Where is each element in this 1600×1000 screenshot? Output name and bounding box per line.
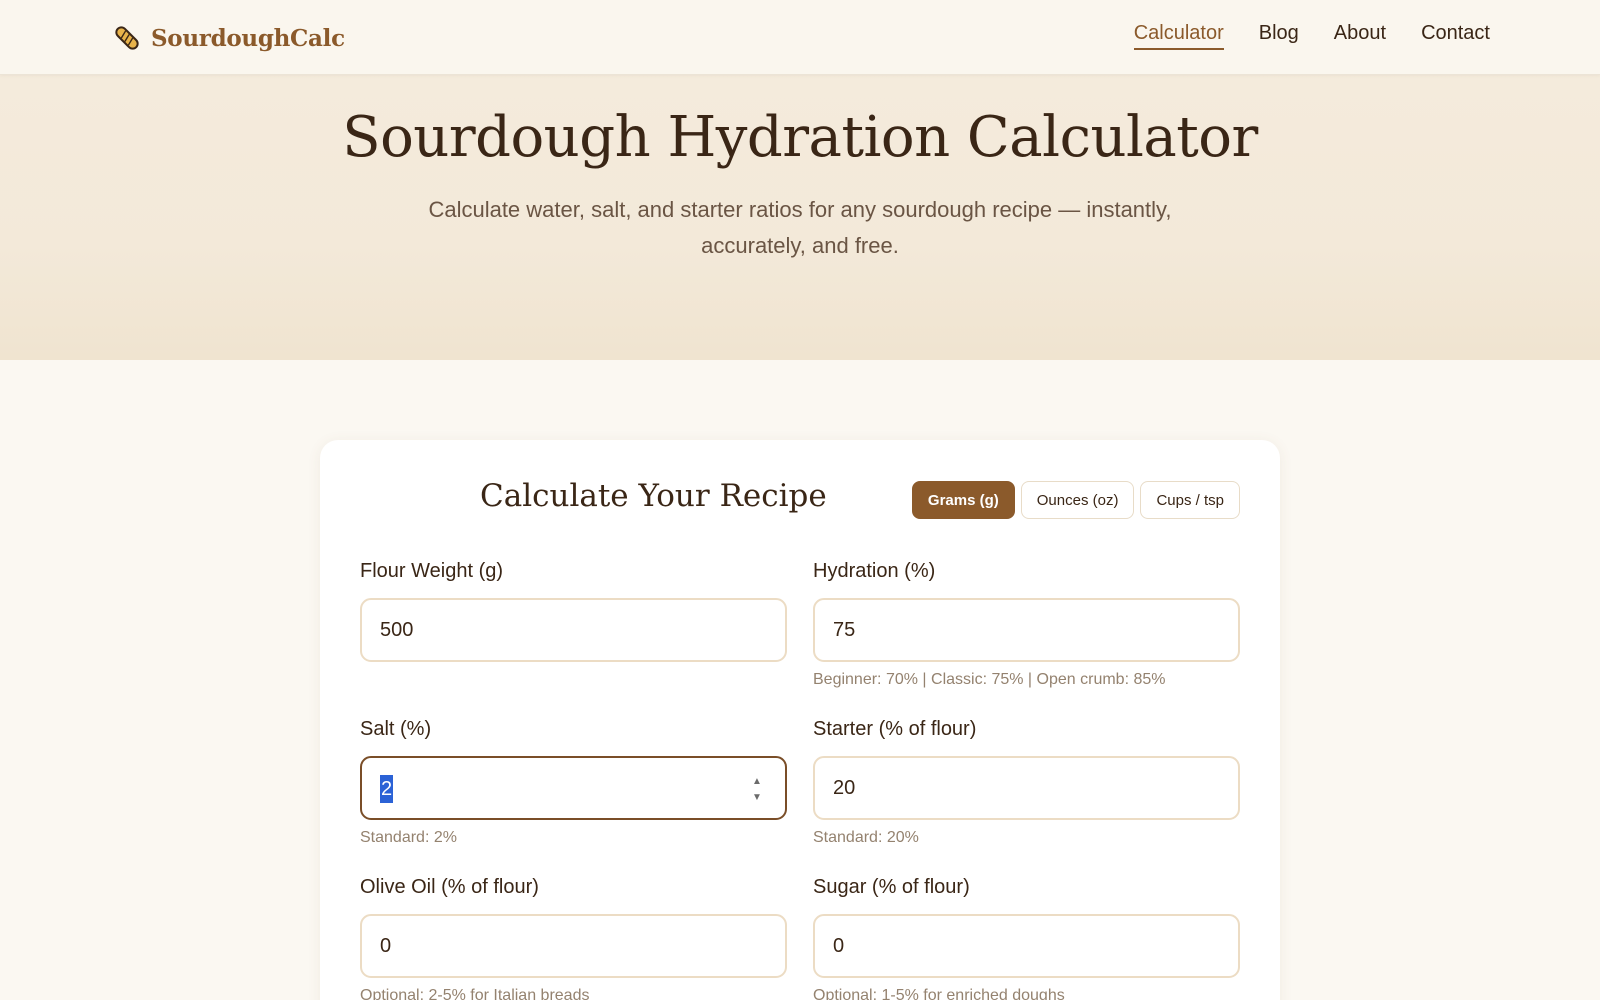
olive-oil-box [360,914,787,978]
starter-box [813,756,1240,820]
brand-name: SourdoughCalc [151,24,345,52]
starter-hint: Standard: 20% [813,829,919,846]
sugar-hint: Optional: 1-5% for enriched doughs [813,987,1065,1000]
starter-input[interactable] [815,758,1238,818]
hydration-label: Hydration (%) [813,560,936,582]
nav-item-calculator[interactable]: Calculator [1133,22,1224,50]
nav-item-blog[interactable]: Blog [1259,22,1299,50]
flour-weight-box [360,598,787,662]
flour-weight-label: Flour Weight (g) [360,560,504,582]
hydration-group: Hydration (%) Beginner: 70% | Classic: 7… [813,560,1240,689]
main-nav: Calculator Blog About Contact [1133,22,1490,50]
sugar-label: Sugar (% of flour) [813,876,970,898]
hydration-box [813,598,1240,662]
unit-toggle: Grams (g) Ounces (oz) Cups / tsp [911,481,1240,519]
sugar-group: Sugar (% of flour) Optional: 1-5% for en… [813,876,1240,1000]
olive-oil-group: Olive Oil (% of flour) Optional: 2-5% fo… [360,876,787,1000]
unit-ounces-button[interactable]: Ounces (oz) [1020,481,1135,519]
page-title: Sourdough Hydration Calculator [342,105,1258,170]
salt-hint: Standard: 2% [360,829,457,846]
salt-stepper[interactable]: ▲ ▼ [751,777,763,803]
olive-oil-input[interactable] [362,916,785,976]
unit-grams-button[interactable]: Grams (g) [911,481,1015,519]
salt-label: Salt (%) [360,718,432,740]
stepper-down-icon[interactable]: ▼ [752,793,762,803]
hero-section: Sourdough Hydration Calculator Calculate… [0,75,1600,360]
starter-label: Starter (% of flour) [813,718,977,740]
sugar-box [813,914,1240,978]
calculator-title: Calculate Your Recipe [480,478,827,514]
olive-oil-label: Olive Oil (% of flour) [360,876,539,898]
calculator-card: Calculate Your Recipe Grams (g) Ounces (… [320,440,1280,1000]
sugar-input[interactable] [815,916,1238,976]
olive-oil-hint: Optional: 2-5% for Italian breads [360,987,590,1000]
flour-weight-input[interactable] [362,600,785,660]
site-header: SourdoughCalc Calculator Blog About Cont… [0,0,1600,75]
page-subtitle: Calculate water, salt, and starter ratio… [428,197,1172,258]
flour-weight-group: Flour Weight (g) [360,560,787,662]
hydration-hint: Beginner: 70% | Classic: 75% | Open crum… [813,671,1166,688]
starter-group: Starter (% of flour) Standard: 20% [813,718,1240,847]
unit-cups-button[interactable]: Cups / tsp [1140,481,1240,519]
nav-item-contact[interactable]: Contact [1421,22,1490,50]
salt-input[interactable]: 2 ▲ ▼ [360,756,787,820]
hydration-input[interactable] [815,600,1238,660]
stepper-up-icon[interactable]: ▲ [752,777,762,787]
nav-item-about[interactable]: About [1334,22,1386,50]
salt-group: Salt (%) 2 ▲ ▼ Standard: 2% [360,718,787,847]
salt-selected-value: 2 [380,775,394,803]
baguette-icon [115,26,139,50]
brand-logo-link[interactable]: SourdoughCalc [112,20,345,56]
